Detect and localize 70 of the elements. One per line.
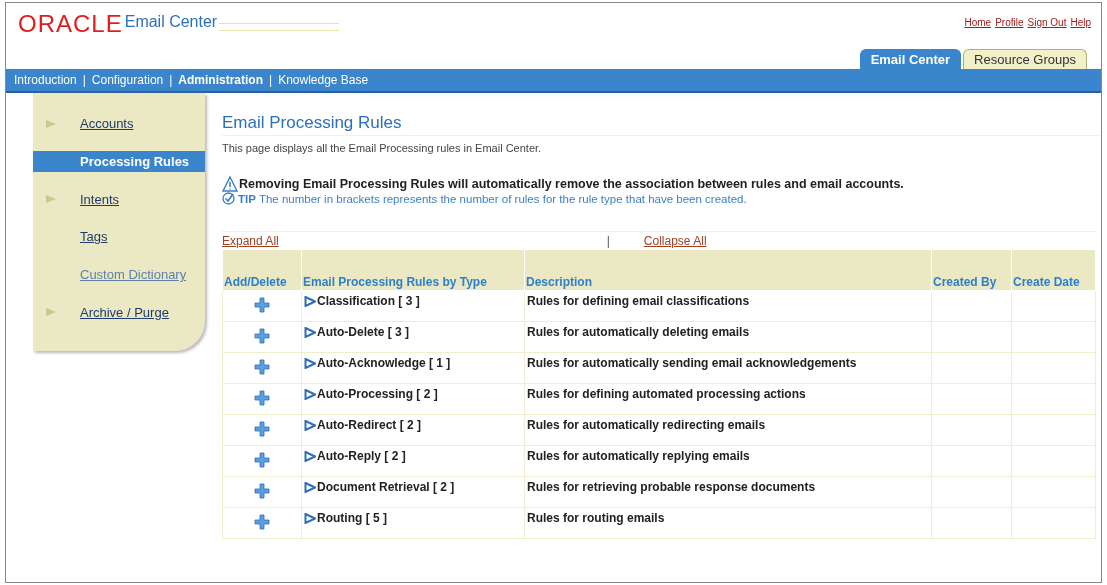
rule-type: Auto-Reply [ 2 ]	[317, 449, 406, 463]
global-link[interactable]: Sign Out	[1027, 17, 1067, 47]
expand-icon[interactable]	[304, 419, 316, 431]
column-header: Description	[524, 249, 932, 291]
warning-message: Removing Email Processing Rules will automatically remove the association between rules and email accounts.	[239, 177, 904, 191]
table-cell: Rules for routing emails	[527, 511, 665, 525]
table-cell: Rules for retrieving probable response documents	[527, 480, 816, 494]
add-icon[interactable]	[254, 482, 270, 499]
column-header: Create Date	[1011, 249, 1096, 291]
expand-icon[interactable]	[304, 450, 316, 462]
tab[interactable]: Resource Groups	[963, 49, 1087, 69]
separator: |	[169, 73, 173, 87]
column-header: Add/Delete	[222, 249, 302, 291]
sidebar-item[interactable]: Archive / Purge	[80, 301, 169, 323]
check-icon	[222, 192, 235, 205]
add-icon[interactable]	[254, 296, 270, 313]
collapse-all-link[interactable]: Collapse All	[643, 234, 707, 248]
expand-icon[interactable]	[304, 295, 316, 307]
oracle-logo: ORACLE	[18, 11, 123, 37]
sidebar-item[interactable]: Accounts	[80, 113, 134, 135]
add-icon[interactable]	[254, 358, 270, 375]
nav-link[interactable]: Configuration	[91, 73, 164, 87]
global-link[interactable]: Help	[1070, 17, 1091, 47]
expand-all-link[interactable]: Expand All	[222, 234, 279, 248]
add-icon[interactable]	[254, 389, 270, 406]
rule-type: Auto-Delete [ 3 ]	[317, 325, 409, 339]
rule-type: Document Retrieval [ 2 ]	[317, 480, 455, 494]
nav-link[interactable]: Knowledge Base	[278, 73, 369, 87]
add-icon[interactable]	[254, 513, 270, 530]
page-title: Email Processing Rules	[222, 113, 1101, 136]
tip-text: The number in brackets represents the number of rules for the rule type that have been created.	[258, 192, 747, 205]
add-icon[interactable]	[254, 327, 270, 344]
sidebar-item[interactable]: Tags	[80, 226, 108, 248]
rule-type: Classification [ 3 ]	[317, 294, 420, 308]
rule-type: Auto-Acknowledge [ 1 ]	[317, 356, 451, 370]
tip-label: TIP	[238, 192, 256, 205]
table-cell: Rules for defining email classifications	[527, 294, 750, 308]
add-icon[interactable]	[254, 451, 270, 468]
table-cell: Rules for automatically replying emails	[527, 449, 750, 463]
separator: |	[606, 234, 610, 248]
table-cell: Rules for automatically sending email acknowledgements	[527, 356, 857, 370]
sidebar-item[interactable]: Intents	[80, 188, 120, 210]
rule-type: Auto-Redirect [ 2 ]	[317, 418, 421, 432]
triangle-icon	[45, 307, 57, 318]
triangle-icon	[45, 118, 57, 129]
column-header: Email Processing Rules by Type	[301, 249, 525, 291]
add-icon[interactable]	[254, 420, 270, 437]
expand-icon[interactable]	[304, 481, 316, 493]
global-link[interactable]: Home	[964, 17, 992, 47]
product-name: Email Center	[124, 12, 218, 32]
separator: |	[82, 73, 86, 87]
triangle-icon	[45, 194, 57, 205]
column-header: Created By	[931, 249, 1012, 291]
global-link[interactable]: Profile	[995, 17, 1024, 47]
expand-icon[interactable]	[304, 512, 316, 524]
page-description: This page displays all the Email Processing rules in Email Center.	[222, 142, 543, 154]
separator: |	[269, 73, 273, 87]
nav-link[interactable]: Introduction	[14, 73, 77, 87]
expand-icon[interactable]	[304, 326, 316, 338]
rule-type: Auto-Processing [ 2 ]	[317, 387, 438, 401]
table-cell: Rules for defining automated processing actions	[527, 387, 806, 401]
warning-icon	[222, 176, 238, 192]
tab[interactable]: Email Center	[859, 49, 962, 69]
nav-link[interactable]: Administration	[178, 73, 264, 87]
table-cell: Rules for automatically deleting emails	[527, 325, 750, 339]
expand-icon[interactable]	[304, 388, 316, 400]
expand-icon[interactable]	[304, 357, 316, 369]
sidebar-item[interactable]: Processing Rules	[33, 151, 205, 172]
rule-type: Routing [ 5 ]	[317, 511, 387, 525]
table-cell: Rules for automatically redirecting emails	[527, 418, 766, 432]
